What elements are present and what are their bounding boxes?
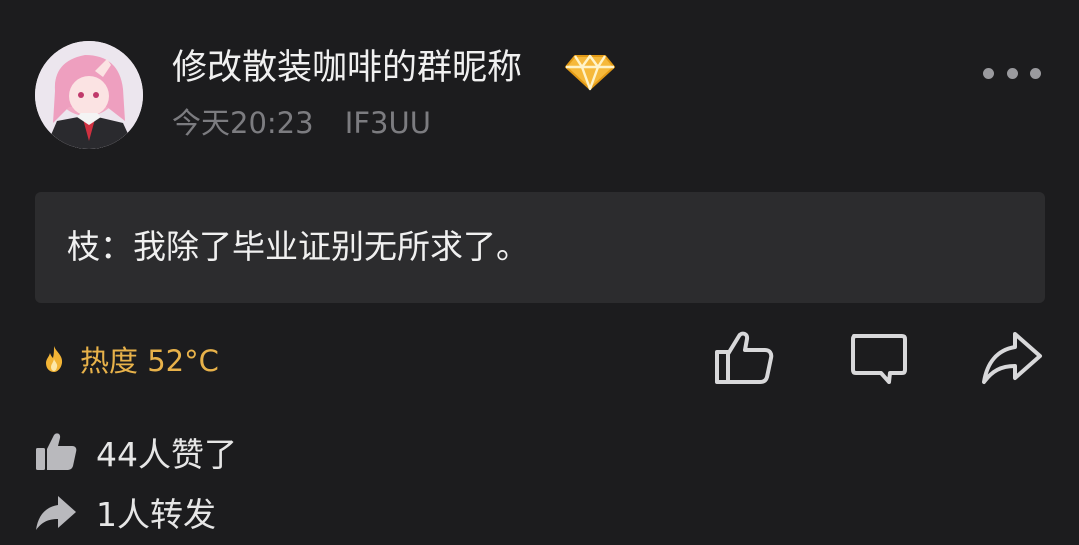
reposts-summary[interactable]: 1人转发 <box>34 489 216 535</box>
likes-text: 44人赞了 <box>96 435 237 474</box>
username[interactable]: 修改散装咖啡的群昵称 <box>172 44 522 92</box>
more-dot <box>1006 67 1018 79</box>
flame-icon <box>46 346 63 372</box>
comment-icon[interactable] <box>848 326 910 388</box>
post-content-box[interactable]: 枝：我除了毕业证别无所求了。 <box>35 192 1045 303</box>
avatar[interactable] <box>35 41 143 149</box>
likes-summary[interactable]: 44人赞了 <box>34 429 237 475</box>
diamond-vip-icon <box>565 54 615 91</box>
post-card: 修改散装咖啡的群昵称 今天20:23 IF3UU 枝：我除了毕业证别无所求了。 … <box>0 0 1079 545</box>
thumbs-up-filled-icon <box>36 433 77 470</box>
avatar-image <box>35 41 143 149</box>
post-time: 今天20:23 <box>172 106 314 140</box>
share-arrow-filled-icon <box>36 496 76 530</box>
heat-indicator: 热度 52°C <box>42 339 219 379</box>
post-source: IF3UU <box>344 106 431 140</box>
heat-text: 热度 52°C <box>80 344 219 378</box>
share-arrow-icon[interactable] <box>981 326 1043 388</box>
reposts-text: 1人转发 <box>96 495 216 534</box>
post-content: 枝：我除了毕业证别无所求了。 <box>67 227 529 266</box>
post-meta: 今天20:23 IF3UU <box>172 103 431 143</box>
more-dot <box>983 67 994 79</box>
more-dots-icon[interactable] <box>983 58 1041 88</box>
thumbs-up-icon[interactable] <box>713 326 775 388</box>
more-dot <box>1030 67 1041 79</box>
